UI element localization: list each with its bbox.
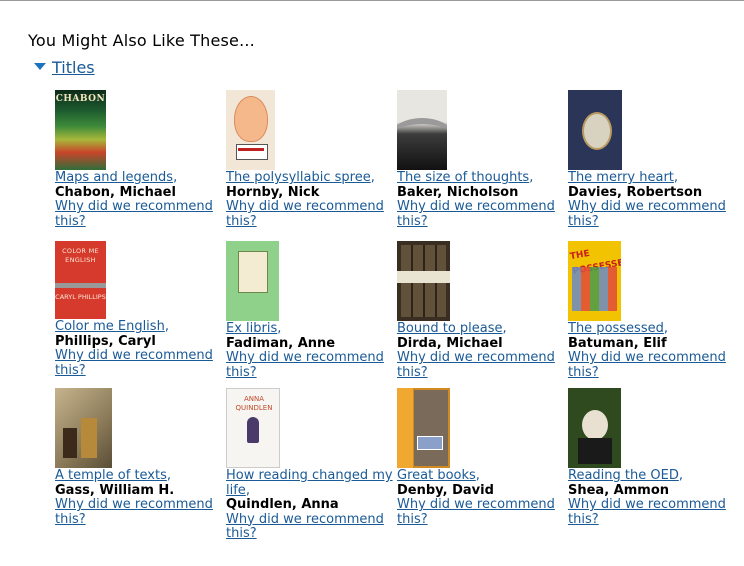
book-cover[interactable]: COLOR ME ENGLISH CARYL PHILLIPS xyxy=(55,241,106,319)
title-link[interactable]: The size of thoughts xyxy=(397,170,529,185)
recommendation-item: CHABON Maps and legends, Chabon, Michael… xyxy=(55,90,223,229)
title-link[interactable]: Maps and legends xyxy=(55,170,173,185)
author: Baker, Nicholson xyxy=(397,184,519,200)
title-link[interactable]: Ex libris xyxy=(226,321,277,336)
why-recommend-link[interactable]: Why did we recommend this? xyxy=(226,512,394,542)
title-line: The possessed, xyxy=(568,321,668,336)
titles-toggle[interactable]: Titles xyxy=(34,58,95,77)
triangle-down-icon xyxy=(34,63,46,70)
title-link[interactable]: The merry heart xyxy=(568,170,674,185)
book-cover[interactable]: CHABON xyxy=(55,90,106,170)
title-link[interactable]: Great books xyxy=(397,468,476,483)
title-link[interactable]: How reading changed my life xyxy=(226,468,393,498)
author: Shea, Ammon xyxy=(568,482,670,498)
book-cover[interactable]: THE POSSESSED xyxy=(568,241,621,321)
title-line: How reading changed my life, xyxy=(226,468,393,498)
why-recommend-link[interactable]: Why did we recommend this? xyxy=(397,497,565,527)
why-recommend-link[interactable]: Why did we recommend this? xyxy=(226,350,394,380)
why-recommend-link[interactable]: Why did we recommend this? xyxy=(397,350,565,380)
author: Fadiman, Anne xyxy=(226,335,336,351)
book-cover[interactable] xyxy=(397,90,447,170)
title-link[interactable]: Color me English xyxy=(55,319,165,334)
section-heading: You Might Also Like These... xyxy=(28,31,255,50)
title-link[interactable]: The possessed xyxy=(568,321,664,336)
title-link[interactable]: Bound to please xyxy=(397,321,503,336)
book-cover[interactable] xyxy=(226,241,279,321)
recommendation-item: A temple of texts, Gass, William H. Why … xyxy=(55,388,223,527)
book-cover[interactable] xyxy=(568,90,622,170)
book-cover[interactable] xyxy=(226,90,275,170)
author: Chabon, Michael xyxy=(55,184,176,200)
why-recommend-link[interactable]: Why did we recommend this? xyxy=(55,199,223,229)
author: Denby, David xyxy=(397,482,494,498)
why-recommend-link[interactable]: Why did we recommend this? xyxy=(568,199,736,229)
recommendation-item: The size of thoughts, Baker, Nicholson W… xyxy=(397,90,565,229)
author: Quindlen, Anna xyxy=(226,497,339,512)
title-link[interactable]: Reading the OED xyxy=(568,468,679,483)
recommendation-item: Reading the OED, Shea, Ammon Why did we … xyxy=(568,388,736,527)
why-recommend-link[interactable]: Why did we recommend this? xyxy=(568,497,736,527)
book-cover[interactable] xyxy=(55,388,112,468)
recommendation-item: COLOR ME ENGLISH CARYL PHILLIPS Color me … xyxy=(55,241,223,378)
top-divider xyxy=(0,0,744,1)
titles-link[interactable]: Titles xyxy=(52,58,95,77)
author: Dirda, Michael xyxy=(397,335,503,351)
why-recommend-link[interactable]: Why did we recommend this? xyxy=(55,497,223,527)
why-recommend-link[interactable]: Why did we recommend this? xyxy=(55,348,223,378)
author: Phillips, Caryl xyxy=(55,333,156,349)
title-line: Reading the OED, xyxy=(568,468,683,483)
recommendation-item: Great books, Denby, David Why did we rec… xyxy=(397,388,565,527)
why-recommend-link[interactable]: Why did we recommend this? xyxy=(568,350,736,380)
why-recommend-link[interactable]: Why did we recommend this? xyxy=(226,199,394,229)
book-cover[interactable] xyxy=(397,388,450,468)
recommendation-item: Bound to please, Dirda, Michael Why did … xyxy=(397,241,565,380)
author: Hornby, Nick xyxy=(226,184,320,200)
title-line: The polysyllabic spree, xyxy=(226,170,375,185)
title-link[interactable]: The polysyllabic spree xyxy=(226,170,371,185)
title-line: The size of thoughts, xyxy=(397,170,534,185)
book-cover[interactable] xyxy=(568,388,621,468)
author: Gass, William H. xyxy=(55,482,175,498)
title-line: Bound to please, xyxy=(397,321,507,336)
why-recommend-link[interactable]: Why did we recommend this? xyxy=(397,199,565,229)
book-cover[interactable]: ANNA QUINDLEN xyxy=(226,388,280,468)
recommendation-item: Ex libris, Fadiman, Anne Why did we reco… xyxy=(226,241,394,380)
recommendation-item: ANNA QUINDLEN How reading changed my lif… xyxy=(226,388,394,542)
title-line: Maps and legends, xyxy=(55,170,178,185)
title-line: A temple of texts, xyxy=(55,468,172,483)
book-cover[interactable] xyxy=(397,241,450,321)
title-line: Color me English, xyxy=(55,319,169,334)
author: Davies, Robertson xyxy=(568,184,703,200)
title-line: Ex libris, xyxy=(226,321,282,336)
title-line: The merry heart, xyxy=(568,170,679,185)
author: Batuman, Elif xyxy=(568,335,667,351)
title-line: Great books, xyxy=(397,468,480,483)
recommendation-item: THE POSSESSED The possessed, Batuman, El… xyxy=(568,241,736,380)
recommendation-item: The merry heart, Davies, Robertson Why d… xyxy=(568,90,736,229)
title-link[interactable]: A temple of texts xyxy=(55,468,167,483)
recommendation-item: The polysyllabic spree, Hornby, Nick Why… xyxy=(226,90,394,229)
